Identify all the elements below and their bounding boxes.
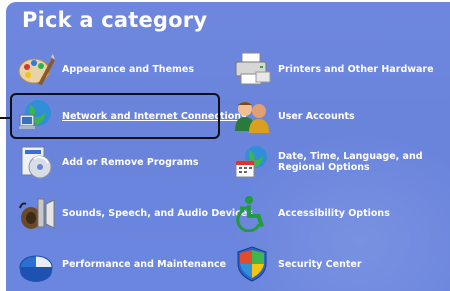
category-printers-hardware[interactable]: Printers and Other Hardware [232,49,434,89]
category-label: Security Center [278,258,362,270]
printers-hardware-icon [232,50,272,88]
appearance-themes-icon [16,50,56,88]
date-time-language-icon [232,143,272,181]
category-sounds-audio[interactable]: Sounds, Speech, and Audio Devices [16,193,253,233]
callout-line [0,117,12,119]
sounds-audio-icon [16,194,56,232]
add-remove-programs-icon [16,143,56,181]
category-panel: Pick a category Appearance and Themes Ne… [6,2,450,291]
category-label: Performance and Maintenance [62,258,227,270]
category-appearance-themes[interactable]: Appearance and Themes [16,49,194,89]
category-label: Date, Time, Language, and Regional Optio… [278,151,423,173]
accessibility-icon [232,194,272,233]
security-center-icon [232,245,272,283]
category-label: Accessibility Options [278,207,390,219]
category-label: Appearance and Themes [62,63,195,75]
selected-category-highlight [10,93,220,139]
category-security-center[interactable]: Security Center [232,244,362,284]
category-label: Printers and Other Hardware [278,63,434,75]
category-label: Add or Remove Programs [62,156,199,168]
category-label: User Accounts [278,110,355,122]
category-add-remove-programs[interactable]: Add or Remove Programs [16,142,199,182]
performance-maintenance-icon [16,245,56,283]
category-date-time-language[interactable]: Date, Time, Language, and Regional Optio… [232,142,448,182]
category-user-accounts[interactable]: User Accounts [232,96,355,136]
page-title: Pick a category [22,8,208,32]
category-label: Sounds, Speech, and Audio Devices [62,207,253,219]
user-accounts-icon [232,97,272,135]
category-accessibility[interactable]: Accessibility Options [232,193,390,233]
category-performance-maintenance[interactable]: Performance and Maintenance [16,244,226,284]
